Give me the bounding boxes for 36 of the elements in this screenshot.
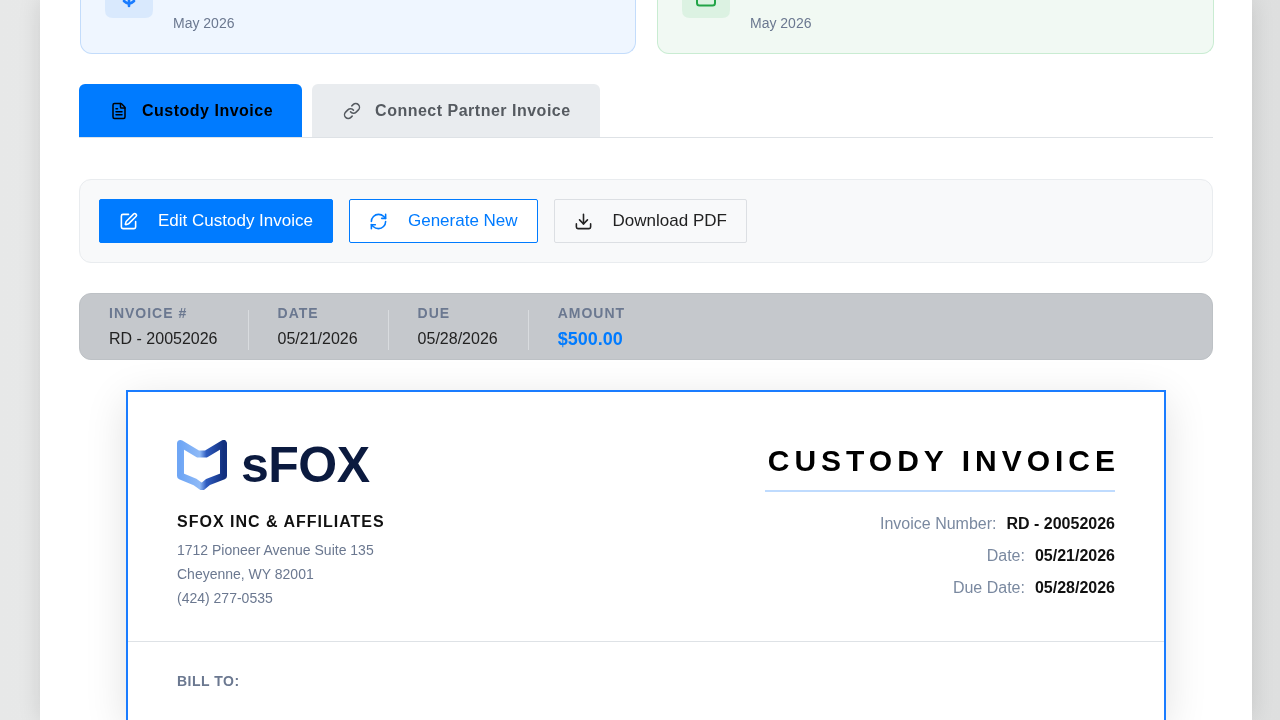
summary-label: INVOICE # [109, 303, 189, 322]
stat-period: May 2026 [173, 14, 235, 32]
summary-value: 05/21/2026 [277, 328, 358, 349]
bill-to-label: BILL TO: [177, 673, 240, 689]
document-icon [110, 101, 128, 120]
refresh-icon [368, 211, 388, 231]
action-button[interactable]: Edit Custody Invoice [99, 199, 333, 243]
dollar-icon [105, 0, 153, 18]
download-icon [573, 211, 593, 231]
detail-value: 05/21/2026 [1034, 546, 1115, 566]
summary-label: DATE [277, 303, 320, 322]
tab[interactable]: Connect Partner Invoice [312, 84, 600, 137]
detail-label: Invoice Number: [880, 514, 997, 534]
summary-label: DUE [417, 303, 452, 322]
logo-mark-icon [177, 440, 227, 490]
brand-name: sFOX [241, 440, 370, 490]
summary-label: AMOUNT [557, 303, 626, 322]
summary-value: RD - 20052026 [109, 328, 218, 349]
detail-value: 05/28/2026 [1034, 578, 1115, 598]
tab[interactable]: Custody Invoice [79, 84, 303, 137]
square-icon [682, 0, 730, 18]
address-line: Cheyenne, WY 82001 [177, 565, 315, 584]
link-icon [343, 101, 362, 120]
address-line: (424) 277-0535 [177, 589, 274, 608]
address-line: 1712 Pioneer Avenue Suite 135 [177, 541, 375, 560]
detail-value: RD - 20052026 [1006, 514, 1115, 534]
invoice-title: CUSTODY INVOICE [767, 443, 1120, 479]
stat-period: May 2026 [750, 14, 812, 32]
summary-value: 05/28/2026 [417, 328, 498, 349]
action-button[interactable]: Download PDF [553, 199, 747, 243]
detail-label: Due Date: [952, 578, 1025, 598]
company-name: SFOX INC & AFFILIATES [177, 512, 385, 532]
edit-icon [119, 211, 138, 231]
action-button[interactable]: Generate New [348, 199, 538, 243]
summary-amount: $500.00 [557, 327, 624, 350]
detail-label: Date: [986, 546, 1025, 566]
